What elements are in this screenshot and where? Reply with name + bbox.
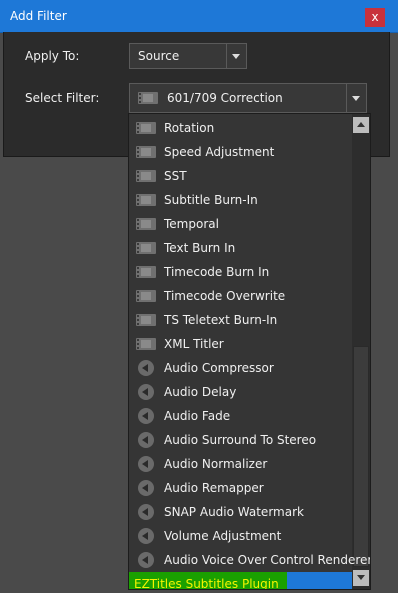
list-item-label: Speed Adjustment — [164, 145, 275, 159]
list-item[interactable]: Audio Delay — [129, 380, 352, 404]
list-item[interactable]: Subtitle Burn-In — [129, 188, 352, 212]
arrow-down-icon — [357, 575, 365, 580]
filter-dropdown-list[interactable]: Rotation Speed Adjustment SST Subtitle Burn… — [128, 113, 371, 590]
list-item[interactable]: Temporal — [129, 212, 352, 236]
speaker-icon — [138, 432, 154, 448]
speaker-icon — [138, 408, 154, 424]
film-icon — [136, 146, 156, 158]
list-item-label: Audio Normalizer — [164, 457, 268, 471]
list-item[interactable]: Text Burn In — [129, 236, 352, 260]
scrollbar-thumb[interactable] — [353, 346, 369, 567]
film-icon — [136, 266, 156, 278]
list-item[interactable]: Audio Normalizer — [129, 452, 352, 476]
list-item-label: Temporal — [164, 217, 219, 231]
list-item-label: Audio Surround To Stereo — [164, 433, 317, 447]
scroll-down-button[interactable] — [353, 570, 369, 586]
list-item[interactable]: XML Titler — [129, 332, 352, 356]
list-item-label: Volume Adjustment — [164, 529, 282, 543]
speaker-icon — [138, 480, 154, 496]
film-icon — [136, 338, 156, 350]
film-icon — [136, 290, 156, 302]
list-item[interactable]: SST — [129, 164, 352, 188]
list-item[interactable]: Speed Adjustment — [129, 140, 352, 164]
list-item-label: Audio Fade — [164, 409, 231, 423]
list-item-label: Rotation — [164, 121, 215, 135]
select-filter-value: 601/709 Correction — [167, 91, 283, 105]
list-item-selected[interactable]: EZTitles Subtitles Plugin — [129, 572, 352, 590]
list-item[interactable]: Timecode Overwrite — [129, 284, 352, 308]
list-item-label: XML Titler — [164, 337, 224, 351]
list-item-label: SST — [164, 169, 187, 183]
list-item-label: Audio Voice Over Control Renderer — [164, 553, 371, 567]
window-title: Add Filter — [10, 9, 67, 23]
list-item-label: Audio Remapper — [164, 481, 264, 495]
chevron-down-icon — [352, 96, 360, 101]
film-icon — [136, 122, 156, 134]
apply-to-value: Source — [138, 49, 180, 63]
apply-to-dropdown[interactable]: Source — [129, 43, 247, 69]
list-item[interactable]: Audio Compressor — [129, 356, 352, 380]
speaker-icon — [138, 384, 154, 400]
list-item-label: Timecode Overwrite — [164, 289, 286, 303]
apply-to-label: Apply To: — [25, 49, 80, 63]
scroll-up-button[interactable] — [353, 117, 369, 133]
list-item[interactable]: Rotation — [129, 116, 352, 140]
close-button[interactable]: x — [365, 8, 385, 27]
list-item-label: Timecode Burn In — [164, 265, 270, 279]
film-icon — [136, 170, 156, 182]
list-item-label: Audio Delay — [164, 385, 237, 399]
list-item[interactable]: TS Teletext Burn-In — [129, 308, 352, 332]
list-item-label: EZTitles Subtitles Plugin — [134, 577, 279, 590]
list-item-label: Audio Compressor — [164, 361, 274, 375]
list-item-label: Subtitle Burn-In — [164, 193, 258, 207]
vertical-scrollbar[interactable] — [352, 114, 370, 589]
list-item-label: Text Burn In — [164, 241, 236, 255]
list-item-label: TS Teletext Burn-In — [164, 313, 278, 327]
list-item[interactable]: Audio Voice Over Control Renderer — [129, 548, 370, 572]
list-item[interactable]: SNAP Audio Watermark — [129, 500, 352, 524]
speaker-icon — [138, 528, 154, 544]
list-item[interactable]: Audio Surround To Stereo — [129, 428, 352, 452]
film-icon — [136, 242, 156, 254]
select-filter-dropdown-button[interactable] — [346, 84, 366, 112]
close-icon: x — [371, 10, 379, 24]
chevron-down-icon — [232, 54, 240, 59]
speaker-icon — [138, 504, 154, 520]
speaker-icon — [138, 456, 154, 472]
film-icon — [136, 314, 156, 326]
film-icon — [138, 92, 158, 104]
apply-to-dropdown-button[interactable] — [226, 44, 246, 68]
arrow-up-icon — [357, 122, 365, 127]
list-item[interactable]: Audio Fade — [129, 404, 352, 428]
speaker-icon — [138, 360, 154, 376]
list-item[interactable]: Volume Adjustment — [129, 524, 352, 548]
speaker-icon — [138, 552, 154, 568]
list-item[interactable]: Timecode Burn In — [129, 260, 352, 284]
title-bar: Add Filter x — [0, 0, 398, 33]
select-filter-dropdown[interactable]: 601/709 Correction — [129, 83, 367, 113]
select-filter-label: Select Filter: — [25, 91, 100, 105]
film-icon — [136, 194, 156, 206]
list-item-label: SNAP Audio Watermark — [164, 505, 304, 519]
list-item[interactable]: Audio Remapper — [129, 476, 352, 500]
film-icon — [136, 218, 156, 230]
